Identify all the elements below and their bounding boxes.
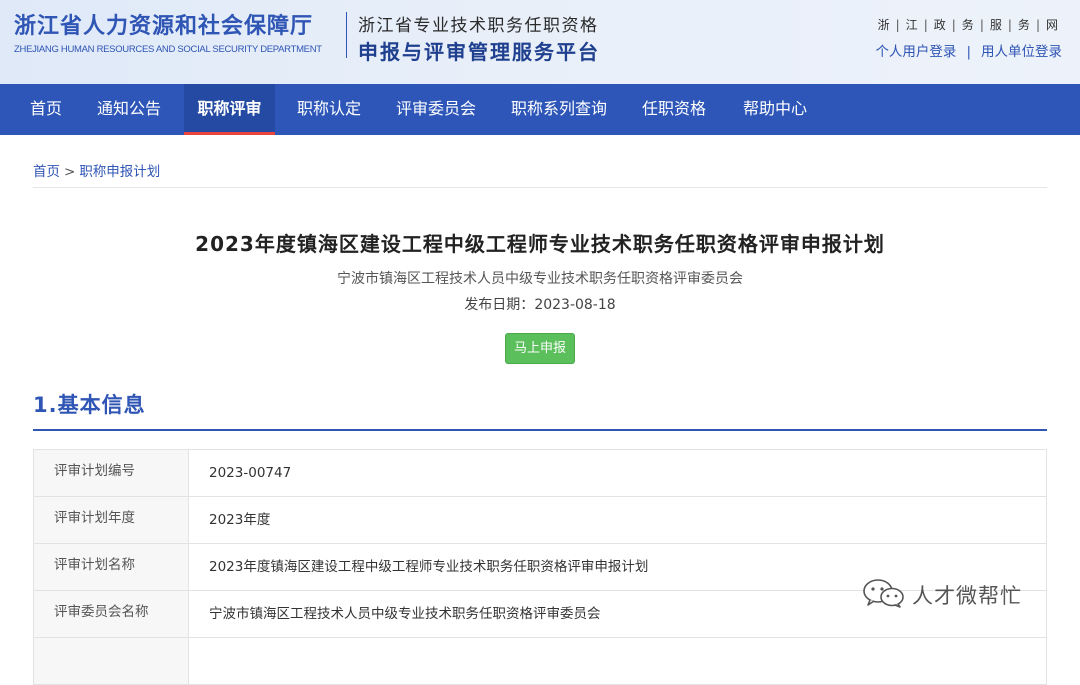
basic-info-table: 评审计划编号 2023-00747 评审计划年度 2023年度 评审计划名称 2… (33, 449, 1047, 685)
row-label: 评审计划名称 (34, 544, 189, 590)
row-value: 2023年度 (209, 512, 271, 528)
platform-subtitle: 浙江省专业技术职务任职资格 (358, 16, 599, 36)
portal-char: 政 (933, 18, 946, 32)
breadcrumb: 首页 > 职称申报计划 (33, 160, 160, 180)
publish-date-value: 2023-08-18 (534, 297, 616, 313)
nav-item-help-center[interactable]: 帮助中心 (743, 84, 807, 135)
portal-char: 网 (1045, 18, 1058, 32)
nav-item-title-review[interactable]: 职称评审 (184, 84, 275, 135)
row-label: 评审委员会名称 (34, 591, 189, 637)
portal-separator: | (979, 18, 984, 32)
portal-char: 务 (1017, 18, 1030, 32)
row-value: 2023-00747 (209, 465, 292, 481)
section-divider (33, 429, 1047, 431)
breadcrumb-separator: > (64, 164, 76, 180)
nav-item-title-series-query[interactable]: 职称系列查询 (511, 84, 607, 135)
row-label: 评审计划编号 (34, 450, 189, 496)
portal-char: 江 (905, 18, 918, 32)
main-nav: 首页 通知公告 职称评审 职称认定 评审委员会 职称系列查询 任职资格 帮助中心 (0, 84, 1080, 135)
platform-title: 申报与评审管理服务平台 (358, 40, 600, 64)
publish-date-label: 发布日期： (464, 297, 535, 313)
publish-date: 发布日期：2023-08-18 (0, 294, 1080, 314)
personal-login-link[interactable]: 个人用户登录 (875, 44, 956, 60)
login-links: 个人用户登录 | 用人单位登录 (875, 40, 1062, 60)
employer-login-link[interactable]: 用人单位登录 (981, 44, 1062, 60)
portal-char: 浙 (877, 18, 890, 32)
breadcrumb-divider (33, 187, 1047, 188)
nav-item-home[interactable]: 首页 (30, 84, 62, 135)
portal-separator: | (1035, 18, 1040, 32)
page-title: 2023年度镇海区建设工程中级工程师专业技术职务任职资格评审申报计划 (195, 232, 885, 256)
section-title-basic-info: 1.基本信息 (33, 393, 146, 417)
row-label: 评审计划年度 (34, 497, 189, 543)
wechat-icon (862, 578, 906, 612)
apply-now-button[interactable]: 马上申报 (505, 333, 575, 364)
portal-separator: | (1007, 18, 1012, 32)
department-name-english: ZHEJIANG HUMAN RESOURCES AND SOCIAL SECU… (14, 44, 322, 55)
department-name[interactable]: 浙江省人力资源和社会保障厅 (14, 8, 313, 40)
portal-separator: | (895, 18, 900, 32)
row-value: 宁波市镇海区工程技术人员中级专业技术职务任职资格评审委员会 (209, 606, 601, 622)
nav-item-title-certification[interactable]: 职称认定 (297, 84, 361, 135)
portal-separator: | (951, 18, 956, 32)
watermark: 人才微帮忙 (862, 578, 1022, 612)
watermark-text: 人才微帮忙 (912, 584, 1022, 608)
portal-separator: | (923, 18, 928, 32)
table-row: 评审计划编号 2023-00747 (34, 450, 1046, 497)
nav-item-qualification[interactable]: 任职资格 (642, 84, 706, 135)
breadcrumb-current-link[interactable]: 职称申报计划 (79, 164, 160, 180)
zhejiang-gov-portal-link[interactable]: 浙 | 江 | 政 | 务 | 服 | 务 | 网 (878, 16, 1058, 33)
table-row (34, 638, 1046, 685)
portal-char: 务 (961, 18, 974, 32)
portal-char: 服 (989, 18, 1002, 32)
row-value: 2023年度镇海区建设工程中级工程师专业技术职务任职资格评审申报计划 (209, 559, 649, 575)
login-separator: | (966, 44, 971, 60)
nav-item-notices[interactable]: 通知公告 (97, 84, 161, 135)
header-divider (346, 12, 347, 58)
site-header: 浙江省人力资源和社会保障厅 ZHEJIANG HUMAN RESOURCES A… (0, 0, 1080, 84)
committee-name: 宁波市镇海区工程技术人员中级专业技术职务任职资格评审委员会 (337, 271, 743, 287)
table-row: 评审计划年度 2023年度 (34, 497, 1046, 544)
nav-item-review-committee[interactable]: 评审委员会 (396, 84, 476, 135)
breadcrumb-home-link[interactable]: 首页 (33, 164, 60, 180)
